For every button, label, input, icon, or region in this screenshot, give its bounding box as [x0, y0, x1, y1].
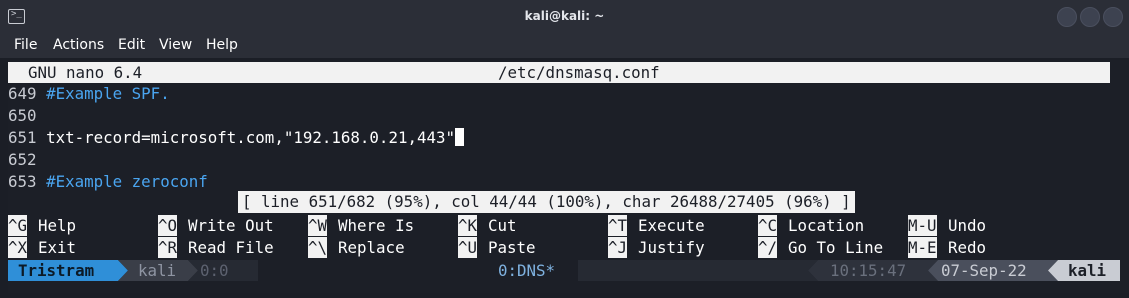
- shortcut-key[interactable]: ^X: [8, 237, 28, 258]
- tmux-status-line: Tristram kali 0:0 0:DNS* 10:15:47 07-Sep…: [8, 260, 1120, 281]
- shortcut-key[interactable]: ^\: [308, 237, 328, 258]
- maximize-button[interactable]: [1080, 7, 1100, 27]
- tmux-session: Tristram: [18, 261, 95, 280]
- shortcut-key[interactable]: ^O: [158, 215, 178, 236]
- line-text: #Example SPF.: [46, 84, 170, 103]
- tmux-pane: 0:0: [200, 261, 229, 280]
- shortcut-label: Read File: [188, 238, 274, 257]
- shortcut-label: Undo: [948, 216, 987, 235]
- shortcut-key[interactable]: ^G: [8, 215, 28, 236]
- shortcut-label: Cut: [488, 216, 517, 235]
- menu-help[interactable]: Help: [206, 37, 238, 53]
- shortcut-label: Write Out: [188, 216, 274, 235]
- nano-version: GNU nano 6.4: [28, 63, 143, 82]
- shortcut-key[interactable]: ^R: [158, 237, 178, 258]
- shortcut-label: Go To Line: [788, 238, 884, 257]
- shortcut-label: Redo: [948, 238, 987, 257]
- shortcut-key[interactable]: ^T: [608, 215, 628, 236]
- menu-actions[interactable]: Actions: [53, 37, 104, 53]
- line-number: 650: [8, 106, 37, 125]
- close-button[interactable]: [1103, 7, 1123, 27]
- shortcut-label: Help: [38, 216, 77, 235]
- shortcut-key[interactable]: ^J: [608, 237, 628, 258]
- line-number: 649: [8, 84, 37, 103]
- shortcut-label: Replace: [338, 238, 405, 257]
- line-text: txt-record=microsoft.com,"192.168.0.21,4…: [46, 128, 456, 147]
- menu-file[interactable]: File: [14, 37, 37, 53]
- tmux-hostname: kali: [1068, 261, 1107, 280]
- menu-view[interactable]: View: [159, 37, 192, 53]
- line-text: #Example zeroconf: [46, 172, 208, 191]
- editor-line[interactable]: 652: [8, 149, 46, 170]
- title-bar: >_ kali@kali: ~: [0, 0, 1129, 34]
- tmux-time: 10:15:47: [830, 261, 907, 280]
- menu-bar: File Actions Edit View Help: [0, 34, 1129, 58]
- menu-edit[interactable]: Edit: [118, 37, 145, 53]
- shortcut-key[interactable]: ^W: [308, 215, 328, 236]
- shortcut-key[interactable]: ^K: [458, 215, 478, 236]
- tmux-host: kali: [138, 261, 177, 280]
- window-title: kali@kali: ~: [524, 9, 605, 23]
- tmux-date: 07-Sep-22: [941, 261, 1027, 280]
- nano-header: GNU nano 6.4 /etc/dnsmasq.conf: [8, 62, 1110, 83]
- shortcut-key[interactable]: ^/: [758, 237, 778, 258]
- nano-filename: /etc/dnsmasq.conf: [498, 63, 660, 82]
- shortcut-label: Justify: [638, 238, 705, 257]
- shortcut-key[interactable]: M-E: [908, 237, 937, 258]
- status-bar: [ line 651/682 (95%), col 44/44 (100%), …: [238, 191, 855, 213]
- shortcut-key[interactable]: ^C: [758, 215, 778, 236]
- line-number: 653: [8, 172, 37, 191]
- terminal-area[interactable]: GNU nano 6.4 /etc/dnsmasq.conf 649 #Exam…: [8, 60, 1129, 293]
- minimize-button[interactable]: [1057, 7, 1077, 27]
- text-cursor: [455, 128, 465, 146]
- editor-line[interactable]: 649 #Example SPF.: [8, 83, 170, 104]
- tmux-window-tab[interactable]: 0:DNS*: [498, 260, 555, 281]
- editor-line[interactable]: 650: [8, 105, 46, 126]
- shortcut-label: Exit: [38, 238, 77, 257]
- shortcut-label: Where Is: [338, 216, 415, 235]
- shortcut-label: Execute: [638, 216, 705, 235]
- shortcut-label: Paste: [488, 238, 536, 257]
- editor-line[interactable]: 653 #Example zeroconf: [8, 171, 208, 192]
- shortcut-key[interactable]: ^U: [458, 237, 478, 258]
- line-number: 651: [8, 128, 37, 147]
- shortcut-label: Location: [788, 216, 865, 235]
- shortcut-key[interactable]: M-U: [908, 215, 937, 236]
- editor-line[interactable]: 651 txt-record=microsoft.com,"192.168.0.…: [8, 127, 465, 148]
- line-number: 652: [8, 150, 37, 169]
